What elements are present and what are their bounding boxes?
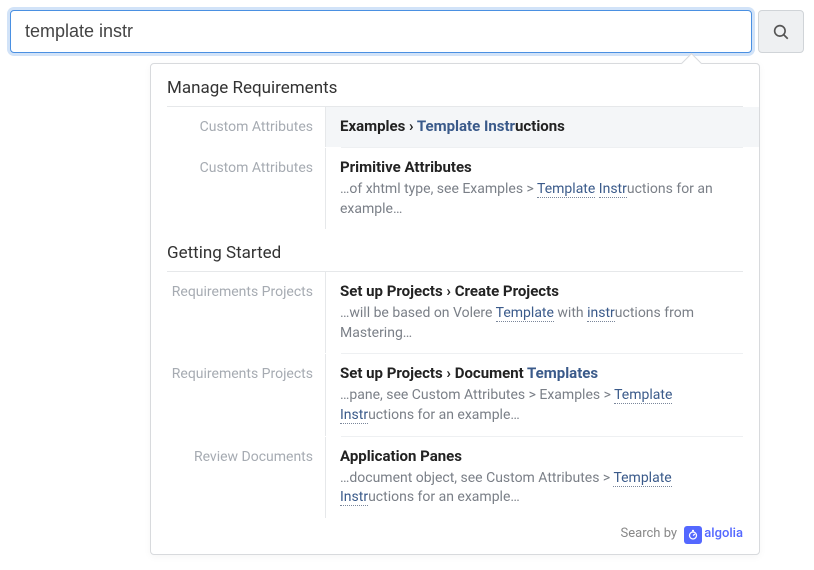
dropdown-footer: Search by algolia (151, 518, 759, 548)
result-snippet: …will be based on Volere Template with i… (340, 304, 743, 343)
result-category: Requirements Projects (151, 354, 325, 435)
result-title: Examples › Template Instructions (340, 117, 743, 135)
result-title: Primitive Attributes (340, 158, 743, 176)
search-dropdown: Manage RequirementsCustom AttributesExam… (150, 63, 760, 555)
section-header: Getting Started (151, 229, 759, 271)
search-input[interactable] (10, 10, 752, 53)
result-body: Examples › Template Instructions (325, 107, 759, 147)
result-category: Custom Attributes (151, 107, 325, 147)
result-snippet: …document object, see Custom Attributes … (340, 469, 743, 508)
search-bar (10, 10, 804, 53)
result-body: Set up Projects › Create Projects …will b… (325, 272, 759, 353)
result-title: Set up Projects › Document Templates (340, 364, 743, 382)
section-header: Manage Requirements (151, 64, 759, 106)
result-title: Application Panes (340, 447, 743, 465)
result-category: Review Documents (151, 437, 325, 518)
algolia-brand[interactable]: algolia (704, 526, 743, 541)
result-category: Requirements Projects (151, 272, 325, 353)
search-result[interactable]: Requirements ProjectsSet up Projects › C… (151, 272, 759, 353)
result-snippet: …pane, see Custom Attributes > Examples … (340, 386, 743, 425)
search-result[interactable]: Requirements ProjectsSet up Projects › D… (151, 354, 759, 435)
search-result[interactable]: Custom Attributes Primitive Attributes …of… (151, 148, 759, 229)
search-icon (772, 23, 790, 41)
result-body: Set up Projects › Document Templates …pan… (325, 354, 759, 435)
result-snippet: …of xhtml type, see Examples > Template … (340, 180, 743, 219)
search-result[interactable]: Review Documents Application Panes …docume… (151, 437, 759, 518)
search-button[interactable] (758, 10, 804, 53)
result-body: Primitive Attributes …of xhtml type, see … (325, 148, 759, 229)
footer-label: Search by (621, 526, 681, 541)
algolia-icon (684, 526, 702, 544)
result-category: Custom Attributes (151, 148, 325, 229)
search-result[interactable]: Custom Attributes Examples › Template Ins… (151, 107, 759, 147)
result-title: Set up Projects › Create Projects (340, 282, 743, 300)
result-body: Application Panes …document object, see C… (325, 437, 759, 518)
